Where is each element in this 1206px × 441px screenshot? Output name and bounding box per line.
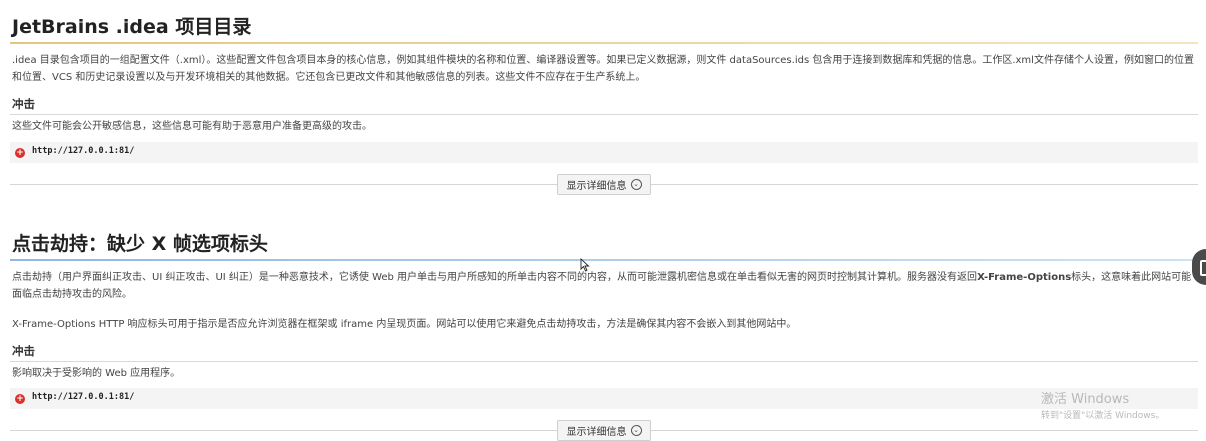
chevron-down-circle-icon: ⌄ <box>630 425 642 436</box>
affected-url-row[interactable]: + http://127.0.0.1:81/ <box>10 388 1198 409</box>
section-description: 点击劫持（用户界面纠正攻击、UI 纠正攻击、UI 纠正）是一种恶意技术，它诱使 … <box>10 269 1198 303</box>
section-description: .idea 目录包含项目的一组配置文件（.xml）。这些配置文件包含项目本身的核… <box>12 55 1194 83</box>
affected-url-row[interactable]: + http://127.0.0.1:81/ <box>10 142 1198 163</box>
clipboard-icon <box>1200 260 1206 276</box>
show-details-button[interactable]: 显示详细信息 ⌄ <box>557 174 651 195</box>
impact-text: 这些文件可能会公开敏感信息，这些信息可能有助于恶意用户准备更高级的攻击。 <box>12 121 372 132</box>
vuln-section-clickjacking: 点击劫持：缺少 X 帧选项标头 点击劫持（用户界面纠正攻击、UI 纠正攻击、UI… <box>10 231 1198 382</box>
show-details-label: 显示详细信息 <box>566 181 627 192</box>
description-bold: X-Frame-Options <box>977 272 1072 283</box>
affected-url[interactable]: http://127.0.0.1:81/ <box>32 146 134 156</box>
description-text: 点击劫持（用户界面纠正攻击、UI 纠正攻击、UI 纠正）是一种恶意技术，它诱使 … <box>12 272 978 283</box>
affected-url[interactable]: http://127.0.0.1:81/ <box>32 392 134 402</box>
chevron-down-circle-icon: ⌄ <box>630 179 642 190</box>
alert-circle-icon: + <box>15 148 25 158</box>
watermark-title: 激活 Windows <box>1041 392 1130 407</box>
section-title: JetBrains .idea 项目目录 <box>12 16 252 38</box>
impact-text: 影响取决于受影响的 Web 应用程序。 <box>12 368 181 379</box>
floating-side-widget[interactable] <box>1192 249 1206 285</box>
windows-activation-watermark: 激活 Windows 转到"设置"以激活 Windows。 <box>1041 392 1164 423</box>
watermark-subtitle: 转到"设置"以激活 Windows。 <box>1041 411 1165 421</box>
mouse-cursor-icon <box>580 258 590 272</box>
section-title: 点击劫持：缺少 X 帧选项标头 <box>12 233 268 255</box>
title-underline <box>10 259 1198 261</box>
impact-heading: 冲击 <box>10 343 1198 362</box>
vuln-section-jetbrains: JetBrains .idea 项目目录 .idea 目录包含项目的一组配置文件… <box>10 14 1198 135</box>
title-underline <box>10 42 1198 44</box>
impact-heading: 冲击 <box>10 96 1198 115</box>
alert-circle-icon: + <box>15 394 25 404</box>
show-details-button[interactable]: 显示详细信息 ⌄ <box>557 420 651 441</box>
section-description-2: X-Frame-Options HTTP 响应标头可用于指示是否应允许浏览器在框… <box>12 319 797 330</box>
show-details-label: 显示详细信息 <box>566 427 627 438</box>
